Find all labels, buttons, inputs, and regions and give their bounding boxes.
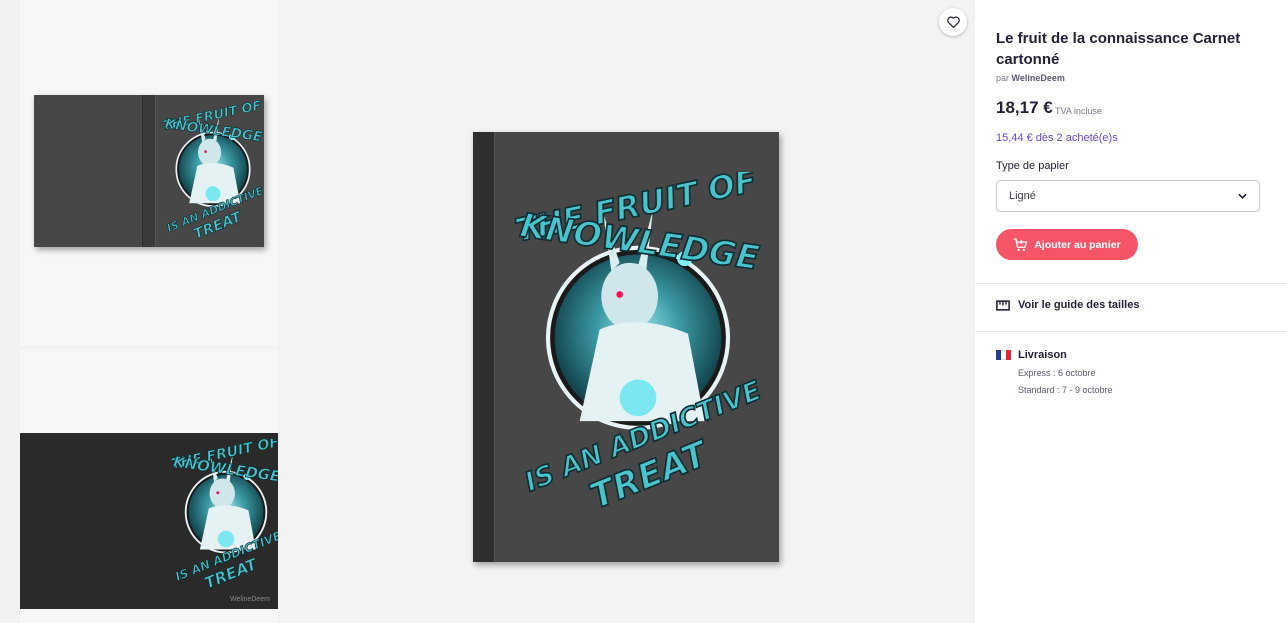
notebook-image [473,132,779,562]
flag-fr-icon [996,350,1011,360]
tax-note: TVA incluse [1055,106,1102,116]
notebook-spine [142,95,156,247]
notebook-closeup-image: WelineDeem [20,433,278,609]
notebook-spine [473,132,495,562]
heart-icon [946,16,960,28]
artwork-image [170,439,278,589]
thumbnail-closeup[interactable]: WelineDeem [20,349,278,623]
size-guide-label: Voir le guide des tailles [1018,299,1140,311]
notebook-open-image [34,95,264,247]
watermark-text: WelineDeem [230,596,270,603]
artwork-image [162,101,264,241]
cart-plus-icon [1014,237,1028,251]
thumbnail-front-back[interactable] [20,0,278,346]
artwork-image [513,172,763,512]
bulk-price: 15,44 € dès 2 acheté(e)s [996,132,1118,144]
divider [975,283,1286,284]
shipping-title: Livraison [1018,349,1067,361]
divider [975,331,1286,332]
chevron-down-icon [1238,193,1247,199]
paper-type-select[interactable]: Ligné [996,180,1260,212]
ruler-icon [996,299,1010,311]
shipping-standard: Standard : 7 - 9 octobre [1018,385,1113,395]
add-to-cart-button[interactable]: Ajouter au panier [996,229,1138,260]
product-panel: Le fruit de la connaissance Carnet carto… [975,0,1286,623]
product-title: Le fruit de la connaissance Carnet carto… [996,30,1241,68]
size-guide-link[interactable]: Voir le guide des tailles [996,299,1139,311]
paper-type-label: Type de papier [996,160,1069,172]
shipping-express: Express : 6 octobre [1018,368,1096,378]
artist-byline: par WelineDeem [996,73,1065,83]
main-product-image [281,0,973,623]
add-to-cart-label: Ajouter au panier [1034,238,1121,251]
price: 18,17 € [996,98,1053,117]
shipping-info: Livraison Express : 6 octobre Standard :… [996,349,1113,395]
artist-link[interactable]: WelineDeem [1012,73,1065,83]
favorite-button[interactable] [939,8,967,36]
by-prefix: par [996,73,1010,83]
paper-type-value: Ligné [1009,190,1036,202]
